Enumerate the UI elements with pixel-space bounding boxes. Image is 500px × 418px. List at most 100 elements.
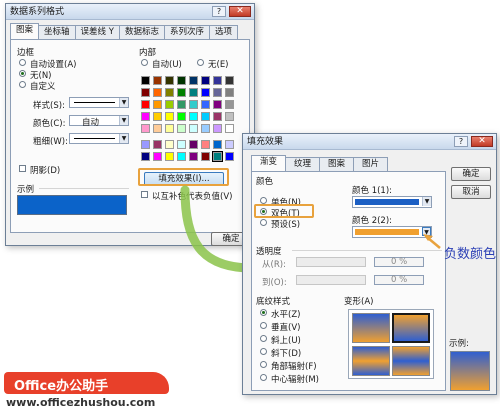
variant-1[interactable] [352, 313, 390, 343]
palette-swatch[interactable] [213, 76, 222, 85]
color2-combo[interactable]: ▼ [352, 226, 432, 238]
one-color-radio[interactable] [260, 197, 267, 204]
from-slider[interactable] [296, 257, 366, 267]
palette-swatch[interactable] [213, 100, 222, 109]
palette-swatch[interactable] [189, 112, 198, 121]
border-weight-combo[interactable]: ▼ [69, 133, 129, 144]
palette-swatch[interactable] [189, 140, 198, 149]
tab-gradient[interactable]: 渐变 [251, 155, 287, 171]
interior-auto-radio[interactable] [141, 59, 148, 66]
palette-swatch[interactable] [141, 100, 150, 109]
palette-swatch[interactable] [141, 140, 150, 149]
border-custom-radio[interactable] [19, 81, 26, 88]
palette-swatch[interactable] [153, 76, 162, 85]
palette-swatch[interactable] [213, 124, 222, 133]
tab-data-labels[interactable]: 数据标志 [118, 25, 165, 39]
palette-swatch[interactable] [153, 124, 162, 133]
palette-swatch[interactable] [225, 88, 234, 97]
tab-options[interactable]: 选项 [208, 25, 238, 39]
preset-radio[interactable] [260, 219, 267, 226]
color1-combo[interactable]: ▼ [352, 196, 432, 208]
palette-swatch[interactable] [141, 124, 150, 133]
border-style-combo[interactable]: ▼ [69, 97, 129, 108]
palette-swatch[interactable] [177, 124, 186, 133]
close-button[interactable]: ✕ [229, 6, 251, 17]
border-none-radio[interactable] [19, 70, 26, 77]
palette-swatch[interactable] [141, 88, 150, 97]
shading-diagonal-down-radio[interactable] [260, 348, 267, 355]
tab-patterns[interactable]: 图案 [10, 23, 40, 39]
shading-from-corner-radio[interactable] [260, 361, 267, 368]
palette-swatch[interactable] [225, 124, 234, 133]
tab-picture[interactable]: 图片 [353, 157, 389, 171]
palette-swatch[interactable] [165, 140, 174, 149]
palette-swatch[interactable] [153, 112, 162, 121]
to-spinner[interactable]: 0 % [374, 275, 424, 285]
tab-error-bars[interactable]: 误差线 Y [74, 25, 120, 39]
palette-swatch[interactable] [201, 76, 210, 85]
palette-swatch[interactable] [213, 88, 222, 97]
palette-swatch[interactable] [177, 152, 186, 161]
palette-swatch[interactable] [212, 151, 223, 162]
palette-swatch[interactable] [165, 100, 174, 109]
palette-swatch[interactable] [201, 100, 210, 109]
palette-swatch[interactable] [189, 152, 198, 161]
variant-3[interactable] [352, 346, 390, 376]
palette-swatch[interactable] [153, 140, 162, 149]
shading-horizontal-radio[interactable] [260, 309, 267, 316]
shading-vertical-radio[interactable] [260, 322, 267, 329]
palette-swatch[interactable] [189, 76, 198, 85]
palette-swatch[interactable] [177, 112, 186, 121]
tab-series-order[interactable]: 系列次序 [163, 25, 210, 39]
palette-swatch[interactable] [177, 88, 186, 97]
palette-swatch[interactable] [177, 76, 186, 85]
palette-swatch[interactable] [201, 112, 210, 121]
palette-swatch[interactable] [201, 124, 210, 133]
palette-swatch[interactable] [141, 76, 150, 85]
palette-swatch[interactable] [165, 152, 174, 161]
palette-swatch[interactable] [165, 112, 174, 121]
interior-none-radio[interactable] [197, 59, 204, 66]
shading-from-center-radio[interactable] [260, 374, 267, 381]
palette-swatch[interactable] [165, 88, 174, 97]
palette-swatch[interactable] [189, 124, 198, 133]
palette-swatch[interactable] [225, 140, 234, 149]
palette-swatch[interactable] [201, 140, 210, 149]
variant-4[interactable] [392, 346, 430, 376]
help-button[interactable]: ? [454, 136, 468, 147]
palette-swatch[interactable] [165, 124, 174, 133]
palette-swatch[interactable] [165, 76, 174, 85]
to-slider[interactable] [296, 275, 366, 285]
help-button[interactable]: ? [212, 6, 226, 17]
palette-swatch[interactable] [141, 152, 150, 161]
palette-swatch[interactable] [225, 152, 234, 161]
palette-swatch[interactable] [189, 100, 198, 109]
border-color-combo[interactable]: 自动 ▼ [69, 115, 129, 128]
ok-button[interactable]: 确定 [451, 167, 491, 181]
shading-diagonal-up-radio[interactable] [260, 335, 267, 342]
tab-texture[interactable]: 纹理 [285, 157, 321, 171]
palette-swatch[interactable] [153, 152, 162, 161]
palette-swatch[interactable] [153, 100, 162, 109]
palette-swatch[interactable] [225, 76, 234, 85]
palette-swatch[interactable] [213, 112, 222, 121]
variant-2[interactable] [392, 313, 430, 343]
cancel-button[interactable]: 取消 [451, 185, 491, 199]
palette-swatch[interactable] [201, 88, 210, 97]
from-spinner[interactable]: 0 % [374, 257, 424, 267]
invert-if-negative-checkbox[interactable] [141, 191, 148, 198]
palette-swatch[interactable] [213, 140, 222, 149]
palette-swatch[interactable] [177, 140, 186, 149]
palette-swatch[interactable] [225, 112, 234, 121]
close-button[interactable]: ✕ [471, 136, 493, 147]
palette-swatch[interactable] [141, 112, 150, 121]
palette-swatch[interactable] [153, 88, 162, 97]
palette-swatch[interactable] [225, 100, 234, 109]
palette-swatch[interactable] [201, 152, 210, 161]
palette-swatch[interactable] [189, 88, 198, 97]
shadow-checkbox[interactable] [19, 165, 26, 172]
tab-axis[interactable]: 坐标轴 [38, 25, 76, 39]
border-auto-radio[interactable] [19, 59, 26, 66]
tab-pattern[interactable]: 图案 [319, 157, 355, 171]
palette-swatch[interactable] [177, 100, 186, 109]
